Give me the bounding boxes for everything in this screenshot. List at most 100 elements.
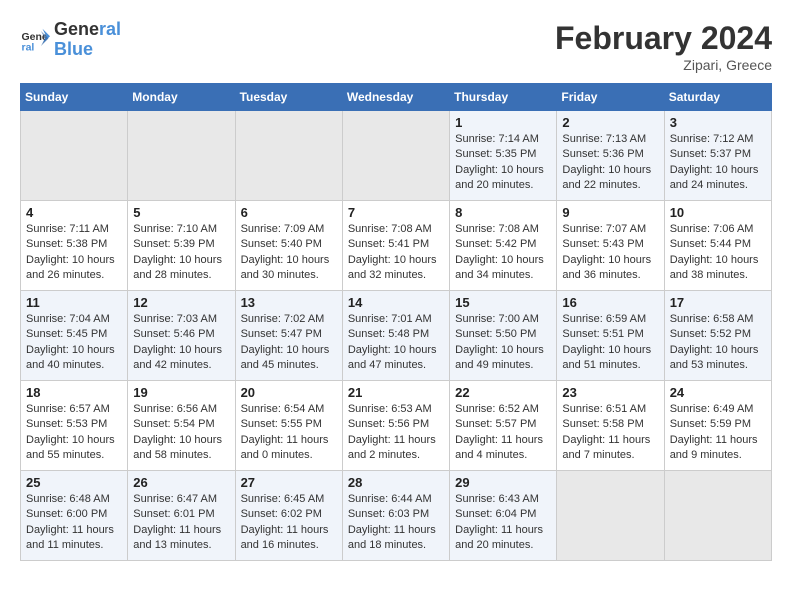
day-number: 10	[670, 205, 766, 220]
calendar-cell: 22 Sunrise: 6:52 AM Sunset: 5:57 PM Dayli…	[450, 381, 557, 471]
day-info: Sunrise: 6:54 AM Sunset: 5:55 PM Dayligh…	[241, 402, 337, 464]
day-number: 16	[562, 295, 658, 310]
day-number: 18	[26, 385, 122, 400]
day-info: Sunrise: 7:08 AM Sunset: 5:42 PM Dayligh…	[455, 222, 551, 284]
day-number: 11	[26, 295, 122, 310]
calendar-cell: 25 Sunrise: 6:48 AM Sunset: 6:00 PM Dayli…	[21, 471, 128, 561]
day-info: Sunrise: 6:57 AM Sunset: 5:53 PM Dayligh…	[26, 402, 122, 464]
day-info: Sunrise: 7:10 AM Sunset: 5:39 PM Dayligh…	[133, 222, 229, 284]
calendar-cell: 14 Sunrise: 7:01 AM Sunset: 5:48 PM Dayli…	[342, 291, 449, 381]
header-cell-sunday: Sunday	[21, 84, 128, 111]
calendar-cell: 27 Sunrise: 6:45 AM Sunset: 6:02 PM Dayli…	[235, 471, 342, 561]
header-cell-thursday: Thursday	[450, 84, 557, 111]
calendar-cell: 26 Sunrise: 6:47 AM Sunset: 6:01 PM Dayli…	[128, 471, 235, 561]
calendar-cell: 12 Sunrise: 7:03 AM Sunset: 5:46 PM Dayli…	[128, 291, 235, 381]
day-number: 5	[133, 205, 229, 220]
header-row: SundayMondayTuesdayWednesdayThursdayFrid…	[21, 84, 772, 111]
day-number: 13	[241, 295, 337, 310]
svg-text:ral: ral	[22, 41, 35, 53]
day-number: 17	[670, 295, 766, 310]
day-info: Sunrise: 6:47 AM Sunset: 6:01 PM Dayligh…	[133, 492, 229, 554]
calendar-cell	[342, 111, 449, 201]
calendar-cell	[235, 111, 342, 201]
day-info: Sunrise: 6:52 AM Sunset: 5:57 PM Dayligh…	[455, 402, 551, 464]
day-number: 19	[133, 385, 229, 400]
day-number: 20	[241, 385, 337, 400]
logo-icon: Gene ral	[20, 25, 50, 55]
day-number: 1	[455, 115, 551, 130]
calendar-cell: 3Sunrise: 7:12 AM Sunset: 5:37 PM Daylig…	[664, 111, 771, 201]
calendar-cell: 6 Sunrise: 7:09 AM Sunset: 5:40 PM Daylig…	[235, 201, 342, 291]
title-area: February 2024 Zipari, Greece	[555, 20, 772, 73]
day-info: Sunrise: 7:08 AM Sunset: 5:41 PM Dayligh…	[348, 222, 444, 284]
day-info: Sunrise: 6:56 AM Sunset: 5:54 PM Dayligh…	[133, 402, 229, 464]
calendar-body: 1 Sunrise: 7:14 AM Sunset: 5:35 PM Daylig…	[21, 111, 772, 561]
day-info: Sunrise: 6:58 AM Sunset: 5:52 PM Dayligh…	[670, 312, 766, 374]
day-info: Sunrise: 7:11 AM Sunset: 5:38 PM Dayligh…	[26, 222, 122, 284]
calendar-cell: 29 Sunrise: 6:43 AM Sunset: 6:04 PM Dayli…	[450, 471, 557, 561]
calendar-cell: 10 Sunrise: 7:06 AM Sunset: 5:44 PM Dayli…	[664, 201, 771, 291]
day-info: Sunrise: 7:02 AM Sunset: 5:47 PM Dayligh…	[241, 312, 337, 374]
day-number: 22	[455, 385, 551, 400]
calendar-cell: 5 Sunrise: 7:10 AM Sunset: 5:39 PM Daylig…	[128, 201, 235, 291]
day-number: 27	[241, 475, 337, 490]
day-number: 23	[562, 385, 658, 400]
day-number: 26	[133, 475, 229, 490]
calendar-cell: 21Sunrise: 6:53 AM Sunset: 5:56 PM Dayli…	[342, 381, 449, 471]
calendar-cell: 15Sunrise: 7:00 AM Sunset: 5:50 PM Dayli…	[450, 291, 557, 381]
calendar-cell: 8Sunrise: 7:08 AM Sunset: 5:42 PM Daylig…	[450, 201, 557, 291]
day-number: 3	[670, 115, 766, 130]
calendar-cell	[21, 111, 128, 201]
day-number: 2	[562, 115, 658, 130]
day-info: Sunrise: 7:06 AM Sunset: 5:44 PM Dayligh…	[670, 222, 766, 284]
day-number: 15	[455, 295, 551, 310]
calendar-cell: 19 Sunrise: 6:56 AM Sunset: 5:54 PM Dayli…	[128, 381, 235, 471]
week-row-5: 25 Sunrise: 6:48 AM Sunset: 6:00 PM Dayli…	[21, 471, 772, 561]
header-cell-wednesday: Wednesday	[342, 84, 449, 111]
header-cell-tuesday: Tuesday	[235, 84, 342, 111]
calendar-cell: 13 Sunrise: 7:02 AM Sunset: 5:47 PM Dayli…	[235, 291, 342, 381]
day-info: Sunrise: 6:59 AM Sunset: 5:51 PM Dayligh…	[562, 312, 658, 374]
day-info: Sunrise: 6:48 AM Sunset: 6:00 PM Dayligh…	[26, 492, 122, 554]
calendar-cell: 1 Sunrise: 7:14 AM Sunset: 5:35 PM Daylig…	[450, 111, 557, 201]
week-row-4: 18 Sunrise: 6:57 AM Sunset: 5:53 PM Dayli…	[21, 381, 772, 471]
calendar-cell: 18 Sunrise: 6:57 AM Sunset: 5:53 PM Dayli…	[21, 381, 128, 471]
calendar-cell: 9Sunrise: 7:07 AM Sunset: 5:43 PM Daylig…	[557, 201, 664, 291]
day-info: Sunrise: 7:14 AM Sunset: 5:35 PM Dayligh…	[455, 132, 551, 194]
header-cell-saturday: Saturday	[664, 84, 771, 111]
day-info: Sunrise: 7:09 AM Sunset: 5:40 PM Dayligh…	[241, 222, 337, 284]
day-info: Sunrise: 6:45 AM Sunset: 6:02 PM Dayligh…	[241, 492, 337, 554]
day-number: 12	[133, 295, 229, 310]
calendar-cell: 7Sunrise: 7:08 AM Sunset: 5:41 PM Daylig…	[342, 201, 449, 291]
calendar-cell: 23 Sunrise: 6:51 AM Sunset: 5:58 PM Dayli…	[557, 381, 664, 471]
week-row-1: 1 Sunrise: 7:14 AM Sunset: 5:35 PM Daylig…	[21, 111, 772, 201]
calendar-cell: 4Sunrise: 7:11 AM Sunset: 5:38 PM Daylig…	[21, 201, 128, 291]
day-info: Sunrise: 6:43 AM Sunset: 6:04 PM Dayligh…	[455, 492, 551, 554]
header-cell-monday: Monday	[128, 84, 235, 111]
day-number: 24	[670, 385, 766, 400]
calendar-cell: 28Sunrise: 6:44 AM Sunset: 6:03 PM Dayli…	[342, 471, 449, 561]
calendar-cell: 16 Sunrise: 6:59 AM Sunset: 5:51 PM Dayli…	[557, 291, 664, 381]
logo: Gene ral General Blue	[20, 20, 121, 60]
day-number: 21	[348, 385, 444, 400]
day-info: Sunrise: 6:51 AM Sunset: 5:58 PM Dayligh…	[562, 402, 658, 464]
day-info: Sunrise: 7:07 AM Sunset: 5:43 PM Dayligh…	[562, 222, 658, 284]
day-number: 29	[455, 475, 551, 490]
day-info: Sunrise: 7:04 AM Sunset: 5:45 PM Dayligh…	[26, 312, 122, 374]
day-info: Sunrise: 7:01 AM Sunset: 5:48 PM Dayligh…	[348, 312, 444, 374]
day-info: Sunrise: 7:03 AM Sunset: 5:46 PM Dayligh…	[133, 312, 229, 374]
week-row-3: 11 Sunrise: 7:04 AM Sunset: 5:45 PM Dayli…	[21, 291, 772, 381]
day-number: 14	[348, 295, 444, 310]
day-number: 25	[26, 475, 122, 490]
day-number: 6	[241, 205, 337, 220]
main-title: February 2024	[555, 20, 772, 57]
day-number: 28	[348, 475, 444, 490]
week-row-2: 4Sunrise: 7:11 AM Sunset: 5:38 PM Daylig…	[21, 201, 772, 291]
calendar-cell: 24Sunrise: 6:49 AM Sunset: 5:59 PM Dayli…	[664, 381, 771, 471]
calendar-table: SundayMondayTuesdayWednesdayThursdayFrid…	[20, 83, 772, 561]
calendar-cell	[128, 111, 235, 201]
calendar-cell: 11 Sunrise: 7:04 AM Sunset: 5:45 PM Dayli…	[21, 291, 128, 381]
calendar-cell: 20 Sunrise: 6:54 AM Sunset: 5:55 PM Dayli…	[235, 381, 342, 471]
calendar-header: SundayMondayTuesdayWednesdayThursdayFrid…	[21, 84, 772, 111]
header-cell-friday: Friday	[557, 84, 664, 111]
